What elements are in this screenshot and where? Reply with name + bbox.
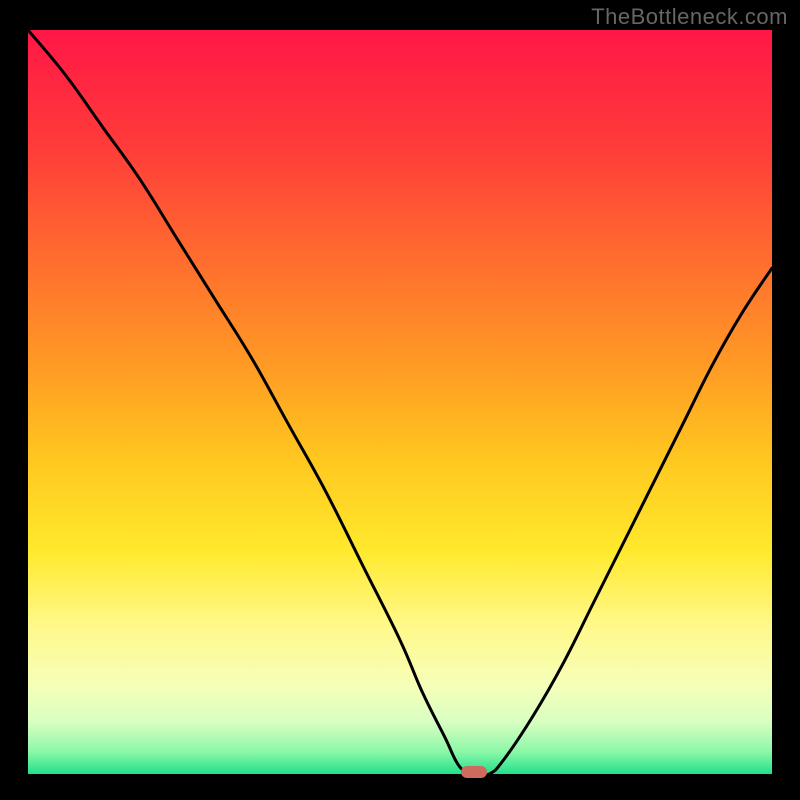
watermark-text: TheBottleneck.com: [591, 4, 788, 30]
plot-area: [28, 30, 772, 774]
bottleneck-chart: [28, 30, 772, 774]
gradient-background: [28, 30, 772, 774]
optimal-point-marker: [461, 766, 487, 778]
chart-frame: TheBottleneck.com: [0, 0, 800, 800]
